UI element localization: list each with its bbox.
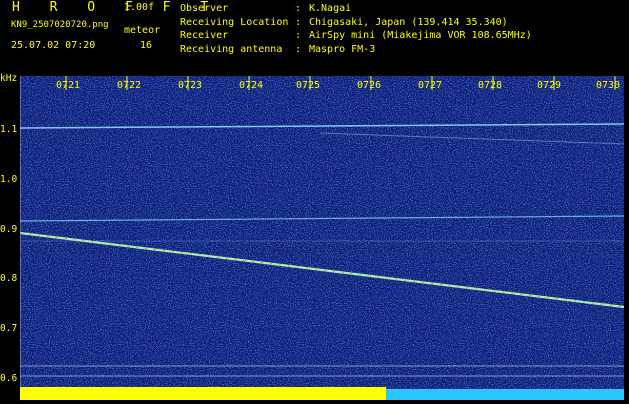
info-value: AirSpy mini (Miakejima VOR 108.65MHz): [309, 30, 532, 41]
info-row-antenna: Receiving antenna : Maspro FM-3: [180, 43, 532, 57]
spectrogram-canvas: [19, 76, 625, 400]
info-sep: :: [295, 16, 302, 28]
y-axis-unit: kHz: [0, 73, 18, 84]
info-key: Observer: [180, 3, 229, 14]
filename-label: KN9_2507020720.png: [11, 20, 109, 30]
x-tick-label: 0727: [418, 80, 443, 91]
info-sep: :: [295, 30, 302, 41]
info-key: Receiver: [180, 30, 229, 41]
info-key: Receiving antenna: [180, 43, 283, 55]
header-panel: H R O F F T 1.00f KN9_2507020720.png 25.…: [0, 0, 629, 76]
y-tick-label: 0.6: [0, 373, 18, 384]
y-tick-label: 0.8: [0, 273, 18, 284]
x-tick-label: 0725: [296, 80, 321, 91]
x-tick-label: 0724: [239, 80, 264, 91]
x-tick-label: 0723: [178, 80, 203, 91]
signal-bar-yellow: [20, 387, 386, 400]
info-row-location: Receiving Location : Chigasaki, Japan (1…: [180, 16, 532, 30]
x-tick-label: 0729: [537, 80, 562, 91]
info-key: Receiving Location: [180, 16, 289, 28]
y-tick-label: 1.0: [0, 174, 18, 185]
info-value: Maspro FM-3: [309, 43, 376, 55]
info-value: Chigasaki, Japan (139.414 35.340): [309, 16, 508, 28]
signal-bar-cyan: [386, 389, 624, 400]
x-tick-label: 0728: [478, 80, 503, 91]
observation-info: Observer : K.Nagai Receiving Location : …: [180, 2, 532, 56]
info-value: K.Nagai: [309, 3, 352, 14]
info-sep: :: [295, 43, 302, 55]
meteor-label: meteor: [124, 25, 161, 36]
info-row-observer: Observer : K.Nagai: [180, 2, 532, 16]
y-tick-label: 0.9: [0, 224, 18, 235]
y-tick-label: 0.7: [0, 323, 18, 334]
version-label: 1.00f: [124, 2, 155, 13]
info-sep: :: [295, 3, 302, 14]
x-tick-label: 0722: [117, 80, 142, 91]
x-tick-label: 0726: [357, 80, 382, 91]
datetime-label: 25.07.02 07:20: [11, 40, 96, 51]
info-row-receiver: Receiver : AirSpy mini (Miakejima VOR 10…: [180, 29, 532, 43]
x-tick-label: 0721: [56, 80, 81, 91]
x-tick-label: 0730: [596, 80, 621, 91]
y-tick-label: 1.1: [0, 124, 18, 135]
spectrogram-plot: [19, 76, 625, 400]
meteor-count: 16: [140, 40, 153, 51]
